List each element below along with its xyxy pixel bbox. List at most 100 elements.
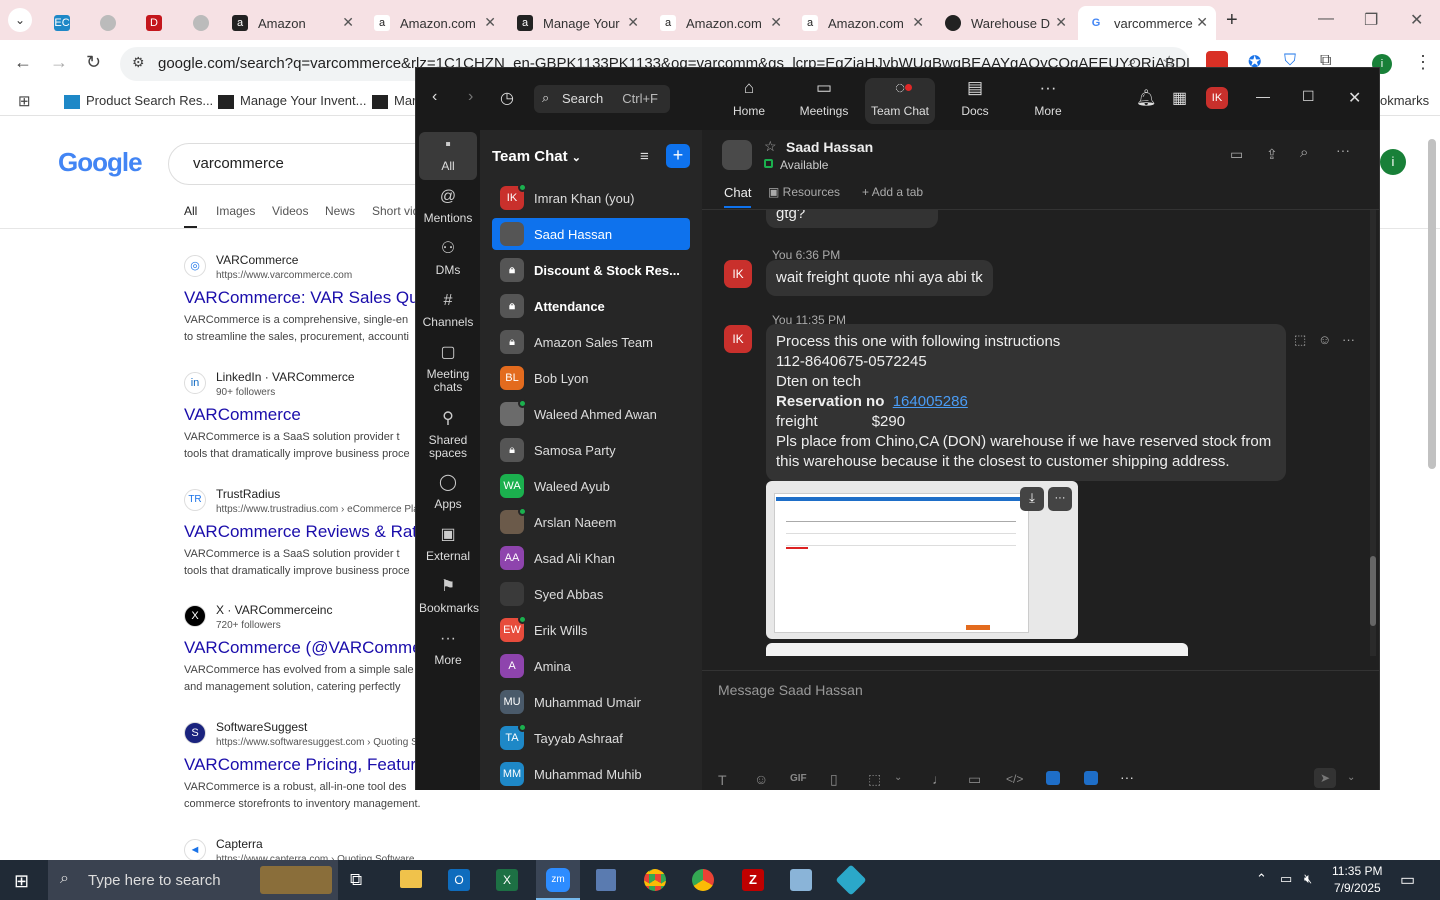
search-icon[interactable]: ⌕ — [1300, 144, 1308, 161]
minimize-icon[interactable]: — — [1318, 10, 1334, 28]
browser-tab-warehouse[interactable]: Warehouse D ✕ — [935, 6, 1075, 40]
tab-short-videos[interactable]: Short vid — [372, 204, 419, 218]
filter-icon[interactable]: ≡ — [640, 148, 649, 165]
maximize-icon[interactable]: ☐ — [1302, 88, 1315, 105]
rail-more[interactable]: ··· More — [419, 631, 477, 667]
outlook-icon[interactable]: O — [448, 869, 470, 891]
close-icon[interactable]: ✕ — [912, 14, 924, 31]
tab-docs[interactable]: ▤ Docs — [940, 78, 1010, 124]
emoji-icon[interactable]: ☺ — [754, 771, 768, 787]
search-result[interactable]: SoftwareSuggest https://www.softwaresugge… — [216, 720, 416, 748]
notification-center-icon[interactable]: ▭ — [1400, 870, 1415, 890]
search-result-body[interactable]: VARCommerce VARCommerce is a SaaS solutio… — [184, 400, 424, 463]
chat-list-item[interactable]: TA Tayyab Ashraaf — [492, 722, 690, 754]
chat-tab-resources[interactable]: ▣ Resources — [768, 185, 840, 199]
code-icon[interactable]: </> — [1006, 772, 1023, 786]
page-scrollbar[interactable] — [1428, 139, 1436, 469]
chat-tab-chat[interactable]: Chat — [724, 185, 752, 208]
rail-dms[interactable]: ⚇ DMs — [419, 241, 477, 277]
minimize-icon[interactable]: — — [1256, 88, 1270, 104]
browser-tab-amazon-1[interactable]: a Amazon ✕ — [222, 6, 362, 40]
reply-icon[interactable]: ⬚ — [1294, 332, 1306, 348]
search-result[interactable]: X · VARCommerceinc 720+ followers — [216, 603, 416, 631]
send-icon[interactable]: ➤ — [1314, 768, 1336, 788]
forward-icon[interactable]: → — [50, 52, 68, 73]
gif-icon[interactable]: GIF — [790, 773, 807, 784]
chat-list-item[interactable]: Saad Hassan — [492, 218, 690, 250]
browser-tab-varcommerce[interactable]: Gvarcommerce ✕ — [1078, 6, 1216, 40]
browser-tab-amazon-4[interactable]: a Amazon.com ✕ — [792, 6, 932, 40]
chevron-down-icon[interactable]: ⌄ — [894, 772, 902, 783]
chat-list-item[interactable]: Syed Abbas — [492, 578, 690, 610]
chevron-down-icon[interactable]: ⌄ — [1347, 772, 1355, 783]
tab-home[interactable]: ⌂ Home — [714, 78, 784, 124]
clock-date[interactable]: 7/9/2025 — [1334, 881, 1381, 895]
video-message-icon[interactable]: ▭ — [968, 771, 981, 788]
bookmark-mar[interactable]: Mar — [372, 93, 416, 109]
star-icon[interactable]: ☆ — [764, 138, 777, 155]
close-icon[interactable]: ✕ — [484, 14, 496, 31]
browser-tab-globe-2[interactable] — [183, 6, 223, 40]
tab-videos[interactable]: Videos — [272, 204, 308, 218]
apps-grid-icon[interactable]: ⊞ — [18, 92, 31, 110]
video-call-icon[interactable]: ▭ — [1230, 146, 1243, 163]
google-logo[interactable]: Google — [58, 147, 143, 178]
microphone-icon[interactable]: ♩ — [932, 771, 946, 787]
bookmark-manage-inventory[interactable]: Manage Your Invent... — [218, 93, 366, 109]
download-icon[interactable]: ⤓ — [1020, 487, 1044, 511]
zoom-app-icon[interactable]: zm — [536, 860, 580, 900]
rail-meeting-chats[interactable]: ▢ Meeting chats — [419, 345, 477, 394]
format-text-icon[interactable]: T — [718, 772, 727, 788]
more-options-icon[interactable]: ··· — [1342, 332, 1355, 347]
chrome-profile-icon[interactable] — [692, 869, 714, 891]
chat-list-item[interactable]: 🔒︎ Discount & Stock Res... — [492, 254, 690, 286]
chat-list-item[interactable]: WA Waleed Ayub — [492, 470, 690, 502]
chat-list-item[interactable]: Waleed Ahmed Awan — [492, 398, 690, 430]
file-icon[interactable]: ▯ — [830, 771, 838, 788]
chat-list-item[interactable]: 🔒︎ Samosa Party — [492, 434, 690, 466]
rail-all[interactable]: ▪ All — [419, 132, 477, 180]
chevron-up-icon[interactable]: ⌃ — [1256, 871, 1267, 887]
image-attachment[interactable] — [766, 643, 1188, 656]
chat-list-item[interactable]: BL Bob Lyon — [492, 362, 690, 394]
chat-list-item[interactable]: A Amina — [492, 650, 690, 682]
close-icon[interactable]: ✕ — [1348, 88, 1361, 108]
chat-list-item[interactable]: AA Asad Ali Khan — [492, 542, 690, 574]
chat-list-item[interactable]: 🔒︎ Amazon Sales Team — [492, 326, 690, 358]
tab-all[interactable]: All — [184, 204, 198, 229]
search-result[interactable]: VARCommerce https://www.varcommerce.com — [216, 253, 416, 281]
volume-muted-icon[interactable]: 🔇︎ — [1304, 871, 1312, 887]
rail-apps[interactable]: ◯ Apps — [419, 475, 477, 511]
account-avatar[interactable]: i — [1380, 149, 1406, 175]
chrome-icon[interactable] — [644, 869, 666, 891]
tab-team-chat[interactable]: ◌ Team Chat — [865, 78, 935, 124]
browser-tab-amazon-2[interactable]: a Amazon.com ✕ — [364, 6, 504, 40]
search-result-body[interactable]: VARCommerce (@VARCommer VARCommerce has e… — [184, 633, 424, 696]
chat-list-item[interactable]: 🔒︎ Attendance — [492, 290, 690, 322]
message-bubble[interactable]: Process this one with following instruct… — [766, 324, 1286, 481]
add-tab-button[interactable]: + Add a tab — [862, 185, 923, 199]
forward-icon[interactable]: › — [468, 88, 473, 106]
network-icon[interactable]: ▭ — [1280, 871, 1292, 887]
message-input[interactable]: Message Saad Hassan — [718, 682, 1358, 698]
message-bubble[interactable]: gtg? — [766, 210, 938, 228]
search-result-body[interactable]: VARCommerce: VAR Sales Quo VARCommerce is… — [184, 283, 424, 346]
new-chat-button[interactable]: + — [666, 144, 690, 168]
bookmark-product-search[interactable]: Product Search Res... — [64, 93, 213, 109]
history-icon[interactable]: ◷ — [500, 88, 514, 108]
back-icon[interactable]: ← — [14, 52, 32, 73]
tab-news[interactable]: News — [325, 204, 355, 218]
taskbar-search[interactable]: ⌕ Type here to search — [48, 860, 338, 900]
emoji-react-icon[interactable]: ☺ — [1318, 332, 1331, 347]
chat-list-title[interactable]: Team Chat ⌄ — [492, 148, 581, 165]
chat-list-item[interactable]: EW Erik Wills — [492, 614, 690, 646]
excel-icon[interactable]: X — [496, 869, 518, 891]
chat-list-item[interactable]: MU Muhammad Umair — [492, 686, 690, 718]
rail-bookmarks[interactable]: ⚑ Bookmarks — [419, 579, 479, 615]
search-result[interactable]: LinkedIn · VARCommerce 90+ followers — [216, 370, 416, 398]
browser-tab-ec[interactable]: EC — [44, 6, 84, 40]
tab-search-dropdown[interactable]: ⌄ — [8, 8, 32, 32]
close-icon[interactable]: ✕ — [627, 14, 639, 31]
close-icon[interactable]: ✕ — [770, 14, 782, 31]
more-options-icon[interactable]: ··· — [1048, 487, 1072, 511]
